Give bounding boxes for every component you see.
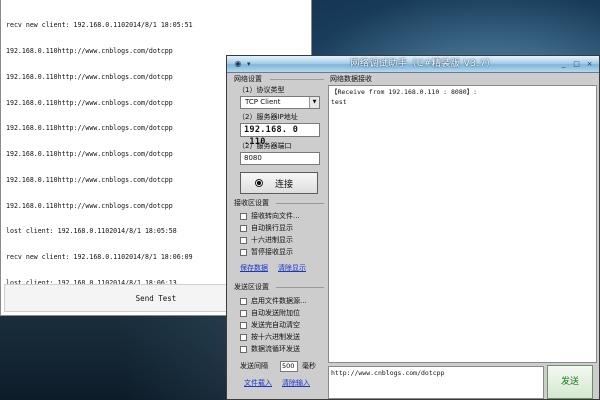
receive-text-area[interactable]: 【Receive from 192.168.0.110 : 8080】: tes… <box>328 85 597 363</box>
server-ip-input[interactable]: 192.168. 0 .110 <box>240 123 320 147</box>
checkbox-icon[interactable] <box>240 212 247 220</box>
checkbox-icon[interactable] <box>240 236 247 244</box>
divider <box>276 287 324 288</box>
option-label: 接收转向文件... <box>251 212 300 220</box>
connect-label: 连接 <box>275 179 294 190</box>
interval-input[interactable]: 500 <box>280 361 298 372</box>
divider <box>276 203 324 204</box>
protocol-value: TCP Client <box>245 98 281 106</box>
status-radio-icon <box>255 179 263 187</box>
recv-area-label: 网络数据接收 <box>330 75 372 83</box>
recv-line: test <box>331 98 347 106</box>
send-text-input[interactable]: http://www.cnblogs.com/dotcpp <box>328 366 544 399</box>
protocol-label: （1）协议类型 <box>238 86 285 94</box>
checkbox-icon[interactable] <box>240 224 247 232</box>
connect-button[interactable]: 连接 <box>240 172 318 194</box>
title-bar[interactable]: ◉ ▾ 网络调试助手（C#精装版 V3.7） _ □ × <box>227 56 599 73</box>
settings-panel: 网络设置 （1）协议类型 TCP Client ▼ （2）服务器IP地址 192… <box>230 75 326 397</box>
checkbox-icon[interactable] <box>240 309 247 317</box>
interval-unit: 毫秒 <box>302 362 316 370</box>
dropdown-arrow-icon[interactable]: ▼ <box>309 97 319 108</box>
network-assistant-window: ◉ ▾ 网络调试助手（C#精装版 V3.7） _ □ × 网络设置 （1）协议类… <box>226 55 600 400</box>
recv-line: 【Receive from 192.168.0.110 : 8080】: <box>331 88 478 96</box>
divider <box>270 79 324 80</box>
server-ip-label: （2）服务器IP地址 <box>238 113 298 121</box>
option-label: 按十六进制发送 <box>251 333 300 341</box>
file-load-link[interactable]: 文件载入 <box>244 378 272 388</box>
option-label: 自动发送附加位 <box>251 309 300 317</box>
checkbox-icon[interactable] <box>240 297 247 305</box>
protocol-select[interactable]: TCP Client ▼ <box>240 96 320 109</box>
option-label: 启用文件数据源... <box>251 297 307 305</box>
interval-label: 发送间隔 <box>240 362 268 370</box>
recv-option-hex[interactable]: 十六进制显示 <box>240 235 293 245</box>
recv-settings-label: 接收区设置 <box>234 199 269 207</box>
save-data-link[interactable]: 保存数据 <box>240 263 268 273</box>
recv-option-to-file[interactable]: 接收转向文件... <box>240 211 300 221</box>
send-option-append[interactable]: 自动发送附加位 <box>240 308 300 318</box>
network-settings-label: 网络设置 <box>234 75 262 83</box>
checkbox-icon[interactable] <box>240 248 247 256</box>
send-settings-label: 发送区设置 <box>234 283 269 291</box>
chevron-down-icon[interactable]: ▾ <box>247 57 257 71</box>
send-button[interactable]: 发送 <box>547 365 593 399</box>
log-line: recv new client: 192.168.0.1102014/8/1 1… <box>6 21 193 30</box>
server-port-label: （2）服务器端口 <box>238 142 292 150</box>
close-button[interactable]: × <box>584 59 595 69</box>
maximize-button[interactable]: □ <box>571 59 582 69</box>
checkbox-icon[interactable] <box>240 321 247 329</box>
option-label: 数据流循环发送 <box>251 345 300 353</box>
recv-option-wrap[interactable]: 自动换行显示 <box>240 223 293 233</box>
window-title: 网络调试助手（C#精装版 V3.7） <box>350 59 496 69</box>
minimize-button[interactable]: _ <box>558 59 569 69</box>
option-label: 十六进制显示 <box>251 236 293 244</box>
clear-display-link[interactable]: 清除显示 <box>278 263 306 273</box>
option-label: 暂停接收显示 <box>251 248 293 256</box>
clear-input-link[interactable]: 清除输入 <box>282 378 310 388</box>
checkbox-icon[interactable] <box>240 345 247 353</box>
send-option-hex[interactable]: 按十六进制发送 <box>240 332 300 342</box>
option-label: 自动换行显示 <box>251 224 293 232</box>
recv-option-pause[interactable]: 暂停接收显示 <box>240 247 293 257</box>
send-option-auto-clear[interactable]: 发送完自动清空 <box>240 320 300 330</box>
server-port-input[interactable]: 8080 <box>240 152 320 165</box>
send-test-button[interactable]: Send Test <box>136 294 177 303</box>
app-menu-icon[interactable]: ◉ <box>230 58 246 70</box>
option-label: 发送完自动清空 <box>251 321 300 329</box>
send-option-loop[interactable]: 数据流循环发送 <box>240 344 300 354</box>
checkbox-icon[interactable] <box>240 333 247 341</box>
send-option-file-source[interactable]: 启用文件数据源... <box>240 296 307 306</box>
